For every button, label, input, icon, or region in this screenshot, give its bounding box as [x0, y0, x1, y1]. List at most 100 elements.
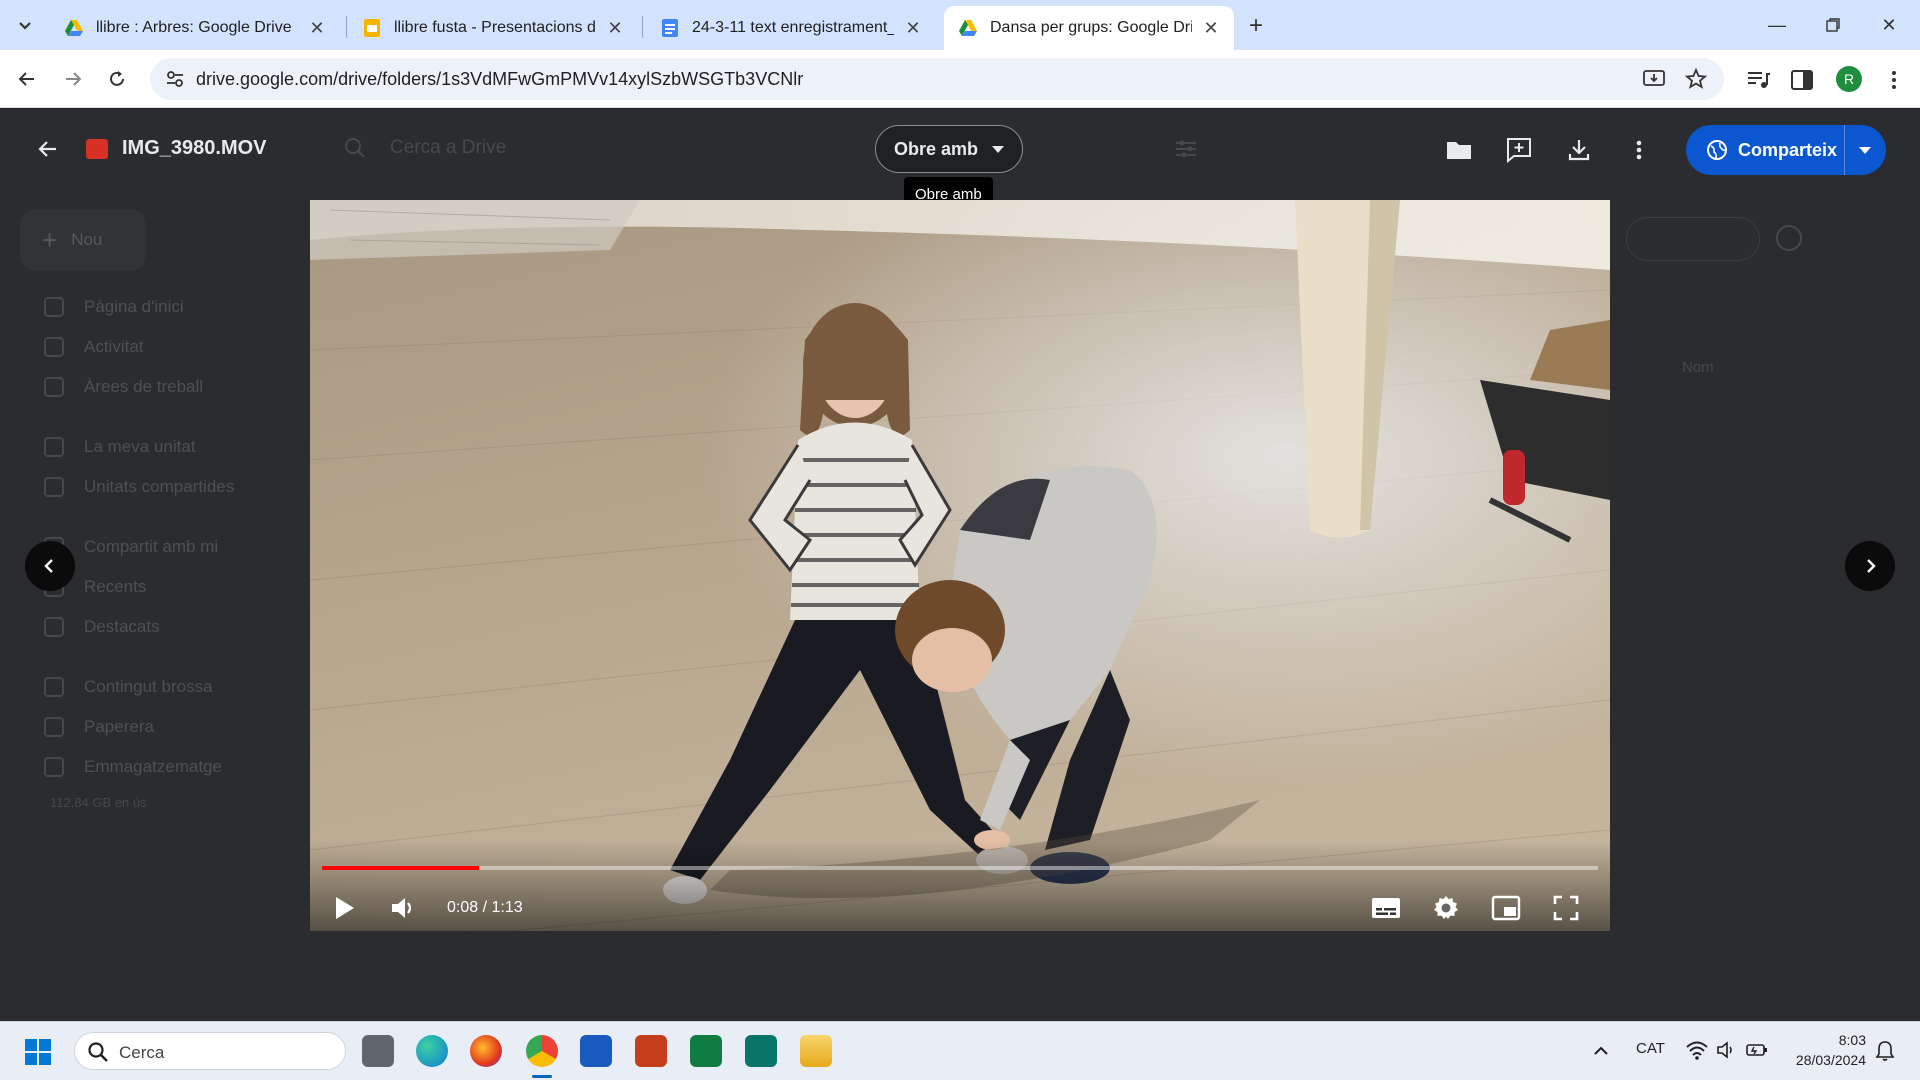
- search-icon: [345, 138, 365, 158]
- share-divider: [1844, 125, 1845, 175]
- wifi-icon[interactable]: [1686, 1040, 1708, 1060]
- active-app-indicator: [532, 1075, 552, 1078]
- browser-tab-4-active[interactable]: Dansa per grups: Google Drive ✕: [944, 6, 1234, 50]
- download-icon: [1568, 140, 1590, 161]
- firefox-icon[interactable]: [470, 1035, 502, 1067]
- install-app-icon[interactable]: [1642, 67, 1666, 91]
- progress-bar[interactable]: [322, 866, 1598, 870]
- video-controls: 0:08 / 1:13: [310, 840, 1610, 931]
- star-icon: [44, 617, 64, 637]
- more-actions-button[interactable]: [1622, 133, 1656, 167]
- open-with-label: Obre amb: [893, 138, 979, 159]
- folder-icon: [1447, 142, 1471, 159]
- close-window-button[interactable]: ✕: [1864, 8, 1914, 42]
- time-display: 0:08 / 1:13: [447, 899, 523, 916]
- forward-button[interactable]: [56, 62, 90, 96]
- next-file-button[interactable]: [1845, 541, 1895, 591]
- task-view-icon[interactable]: [362, 1035, 394, 1067]
- language-indicator[interactable]: CAT: [1636, 1040, 1665, 1057]
- site-settings-icon[interactable]: [164, 68, 186, 90]
- address-bar[interactable]: drive.google.com/drive/folders/1s3VdMFwG…: [150, 58, 1724, 100]
- close-viewer-button[interactable]: [28, 129, 68, 169]
- arrow-right-icon: [66, 72, 82, 86]
- view-toggle: [1626, 217, 1760, 261]
- sort-label: Nom: [1682, 359, 1714, 376]
- restore-button[interactable]: [1808, 8, 1858, 42]
- sidebar-item-label: Recents: [84, 577, 147, 596]
- restore-icon: [1826, 18, 1840, 32]
- sidebar-item-storage: Emmagatzematge: [44, 757, 222, 777]
- sidebar-item-starred: Destacats: [44, 617, 160, 637]
- excel-icon[interactable]: [690, 1035, 722, 1067]
- taskbar-search[interactable]: Cerca: [74, 1032, 346, 1070]
- caret-down-icon[interactable]: [1859, 147, 1871, 154]
- file-explorer-icon[interactable]: [800, 1035, 832, 1067]
- tab-search-button[interactable]: [8, 8, 42, 42]
- share-button[interactable]: Comparteix: [1686, 125, 1886, 175]
- progress-fill: [322, 866, 479, 870]
- battery-icon[interactable]: [1746, 1040, 1768, 1060]
- close-icon[interactable]: ✕: [606, 18, 624, 39]
- side-panel-icon[interactable]: [1788, 66, 1816, 94]
- gear-icon: [1434, 896, 1458, 919]
- arrow-left-icon: [18, 72, 34, 86]
- browser-tab-3[interactable]: 24-3-11 text enregistrament_- ✕: [646, 6, 936, 50]
- sidebar-item-label: Emmagatzematge: [84, 757, 222, 776]
- project-icon[interactable]: [745, 1035, 777, 1067]
- storage-usage: 112,84 GB en ús: [50, 795, 147, 810]
- chrome-icon[interactable]: [526, 1035, 558, 1067]
- info-icon: [1776, 225, 1802, 251]
- fullscreen-button[interactable]: [1548, 890, 1584, 926]
- browser-toolbar: drive.google.com/drive/folders/1s3VdMFwG…: [0, 50, 1920, 108]
- sidebar-item-activity: Activitat: [44, 337, 144, 357]
- powerpoint-icon[interactable]: [635, 1035, 667, 1067]
- settings-button[interactable]: [1428, 890, 1464, 926]
- close-icon[interactable]: ✕: [308, 18, 326, 39]
- more-vert-icon[interactable]: [1880, 66, 1908, 94]
- close-icon[interactable]: ✕: [1202, 18, 1220, 39]
- tab-label: llibre : Arbres: Google Drive: [96, 19, 292, 36]
- play-icon: [336, 897, 354, 919]
- new-button: + Nou: [20, 209, 146, 271]
- new-tab-button[interactable]: +: [1240, 10, 1272, 42]
- sidebar-item-label: Destacats: [84, 617, 160, 636]
- minimize-button[interactable]: —: [1752, 8, 1802, 42]
- sidebar-item-trash: Paperera: [44, 717, 154, 737]
- profile-avatar[interactable]: R: [1836, 66, 1862, 92]
- share-label: Comparteix: [1738, 140, 1838, 160]
- subtitles-button[interactable]: [1368, 890, 1404, 926]
- add-comment-button[interactable]: [1502, 133, 1536, 167]
- miniplayer-button[interactable]: [1488, 890, 1524, 926]
- edge-icon[interactable]: [416, 1035, 448, 1067]
- clock-time: 8:03: [1838, 1032, 1866, 1048]
- back-button[interactable]: [10, 62, 44, 96]
- search-icon: [88, 1042, 108, 1062]
- word-icon[interactable]: [580, 1035, 612, 1067]
- globe-icon: [1707, 140, 1727, 160]
- browser-tab-1[interactable]: llibre : Arbres: Google Drive ✕: [50, 6, 340, 50]
- close-icon[interactable]: ✕: [904, 18, 922, 39]
- sidebar-item-label: Pàgina d'inici: [84, 297, 184, 316]
- previous-file-button[interactable]: [25, 541, 75, 591]
- speaker-icon[interactable]: [1716, 1040, 1738, 1060]
- plus-icon: +: [42, 224, 58, 255]
- chevron-up-icon[interactable]: [1592, 1042, 1610, 1060]
- volume-button[interactable]: [385, 890, 421, 926]
- add-shortcut-button[interactable]: [1442, 133, 1476, 167]
- windows-start-icon[interactable]: [24, 1038, 52, 1066]
- windows-taskbar: Cerca CAT 8:03 28/03/2024: [0, 1021, 1920, 1080]
- bookmark-star-icon[interactable]: [1684, 67, 1708, 91]
- media-controls-icon[interactable]: [1744, 66, 1772, 94]
- download-button[interactable]: [1562, 133, 1596, 167]
- play-button[interactable]: [326, 890, 362, 926]
- reload-button[interactable]: [100, 62, 134, 96]
- tab-label: llibre fusta - Presentacions de G: [394, 19, 596, 36]
- system-clock[interactable]: 8:03 28/03/2024: [1786, 1030, 1866, 1070]
- browser-tab-2[interactable]: llibre fusta - Presentacions de G ✕: [348, 6, 638, 50]
- chevron-right-icon: [1867, 559, 1876, 573]
- arrow-left-icon: [38, 141, 56, 157]
- video-player[interactable]: 0:08 / 1:13: [310, 200, 1610, 931]
- notifications-icon[interactable]: [1874, 1040, 1896, 1062]
- open-with-button[interactable]: Obre amb: [875, 125, 1023, 173]
- new-button-label: Nou: [71, 230, 103, 249]
